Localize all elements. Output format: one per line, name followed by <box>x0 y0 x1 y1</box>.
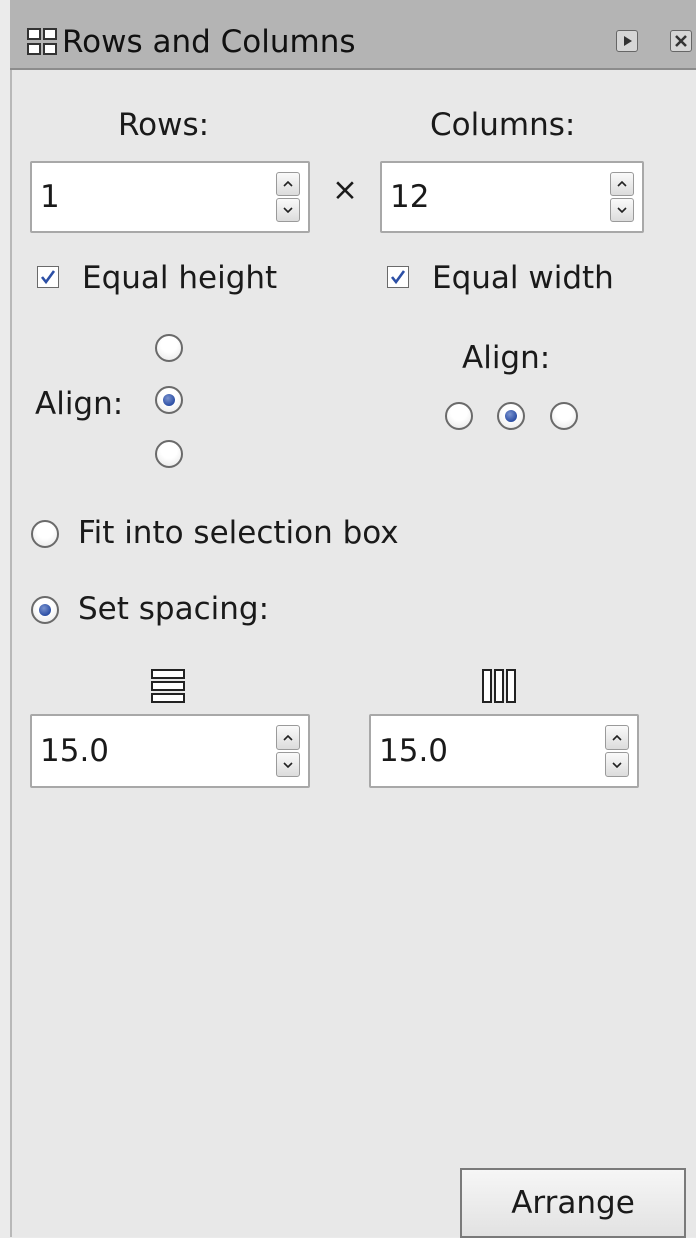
checkmark-icon <box>40 270 56 285</box>
columns-label: Columns: <box>430 107 576 143</box>
column-spacing-spinbox[interactable]: 15.0 <box>369 714 639 788</box>
column-align-left-radio[interactable] <box>445 402 473 430</box>
chevron-up-icon <box>283 734 293 741</box>
rows-increment-button[interactable] <box>276 172 300 196</box>
columns-increment-button[interactable] <box>610 172 634 196</box>
panel-title: Rows and Columns <box>62 24 356 60</box>
equal-width-label[interactable]: Equal width <box>432 260 614 296</box>
row-align-label: Align: <box>35 386 124 422</box>
chevron-up-icon <box>283 181 293 187</box>
column-spacing-decrement-button[interactable] <box>605 752 629 777</box>
checkmark-icon <box>390 270 406 285</box>
column-align-label: Align: <box>462 340 551 376</box>
columns-decrement-button[interactable] <box>610 198 634 222</box>
chevron-down-icon <box>617 207 627 213</box>
set-spacing-label[interactable]: Set spacing: <box>78 591 269 627</box>
row-spacing-decrement-button[interactable] <box>276 752 300 777</box>
row-align-bottom-radio[interactable] <box>155 440 183 468</box>
set-spacing-radio[interactable] <box>31 596 59 624</box>
chevron-down-icon <box>612 761 622 768</box>
equal-width-checkbox[interactable] <box>387 266 409 288</box>
rows-label: Rows: <box>118 107 210 143</box>
row-spacing-increment-button[interactable] <box>276 725 300 750</box>
fit-selection-label[interactable]: Fit into selection box <box>78 515 399 551</box>
chevron-down-icon <box>283 207 293 213</box>
times-symbol: × <box>332 172 358 208</box>
grid-icon <box>27 28 57 55</box>
rows-columns-panel <box>10 70 696 1237</box>
column-spacing-increment-button[interactable] <box>605 725 629 750</box>
rows-input[interactable]: 1 <box>40 179 60 215</box>
columns-input[interactable]: 12 <box>390 179 429 215</box>
rows-decrement-button[interactable] <box>276 198 300 222</box>
equal-height-label[interactable]: Equal height <box>82 260 277 296</box>
arrange-button[interactable]: Arrange <box>460 1168 686 1238</box>
row-spacing-input[interactable]: 15.0 <box>40 733 109 769</box>
chevron-up-icon <box>612 734 622 741</box>
column-align-right-radio[interactable] <box>550 402 578 430</box>
column-spacing-input[interactable]: 15.0 <box>379 733 448 769</box>
dock-icon[interactable] <box>616 30 638 52</box>
equal-height-checkbox[interactable] <box>37 266 59 288</box>
panel-titlebar: Rows and Columns <box>10 0 696 70</box>
row-spacing-spinbox[interactable]: 15.0 <box>30 714 310 788</box>
rows-spacing-icon <box>151 669 185 703</box>
row-align-middle-radio[interactable] <box>155 386 183 414</box>
rows-spinbox[interactable]: 1 <box>30 161 310 233</box>
fit-selection-radio[interactable] <box>31 520 59 548</box>
row-align-top-radio[interactable] <box>155 334 183 362</box>
close-icon[interactable] <box>670 30 692 52</box>
column-align-center-radio[interactable] <box>497 402 525 430</box>
chevron-up-icon <box>617 181 627 187</box>
columns-spacing-icon <box>482 669 516 703</box>
chevron-down-icon <box>283 761 293 768</box>
columns-spinbox[interactable]: 12 <box>380 161 644 233</box>
